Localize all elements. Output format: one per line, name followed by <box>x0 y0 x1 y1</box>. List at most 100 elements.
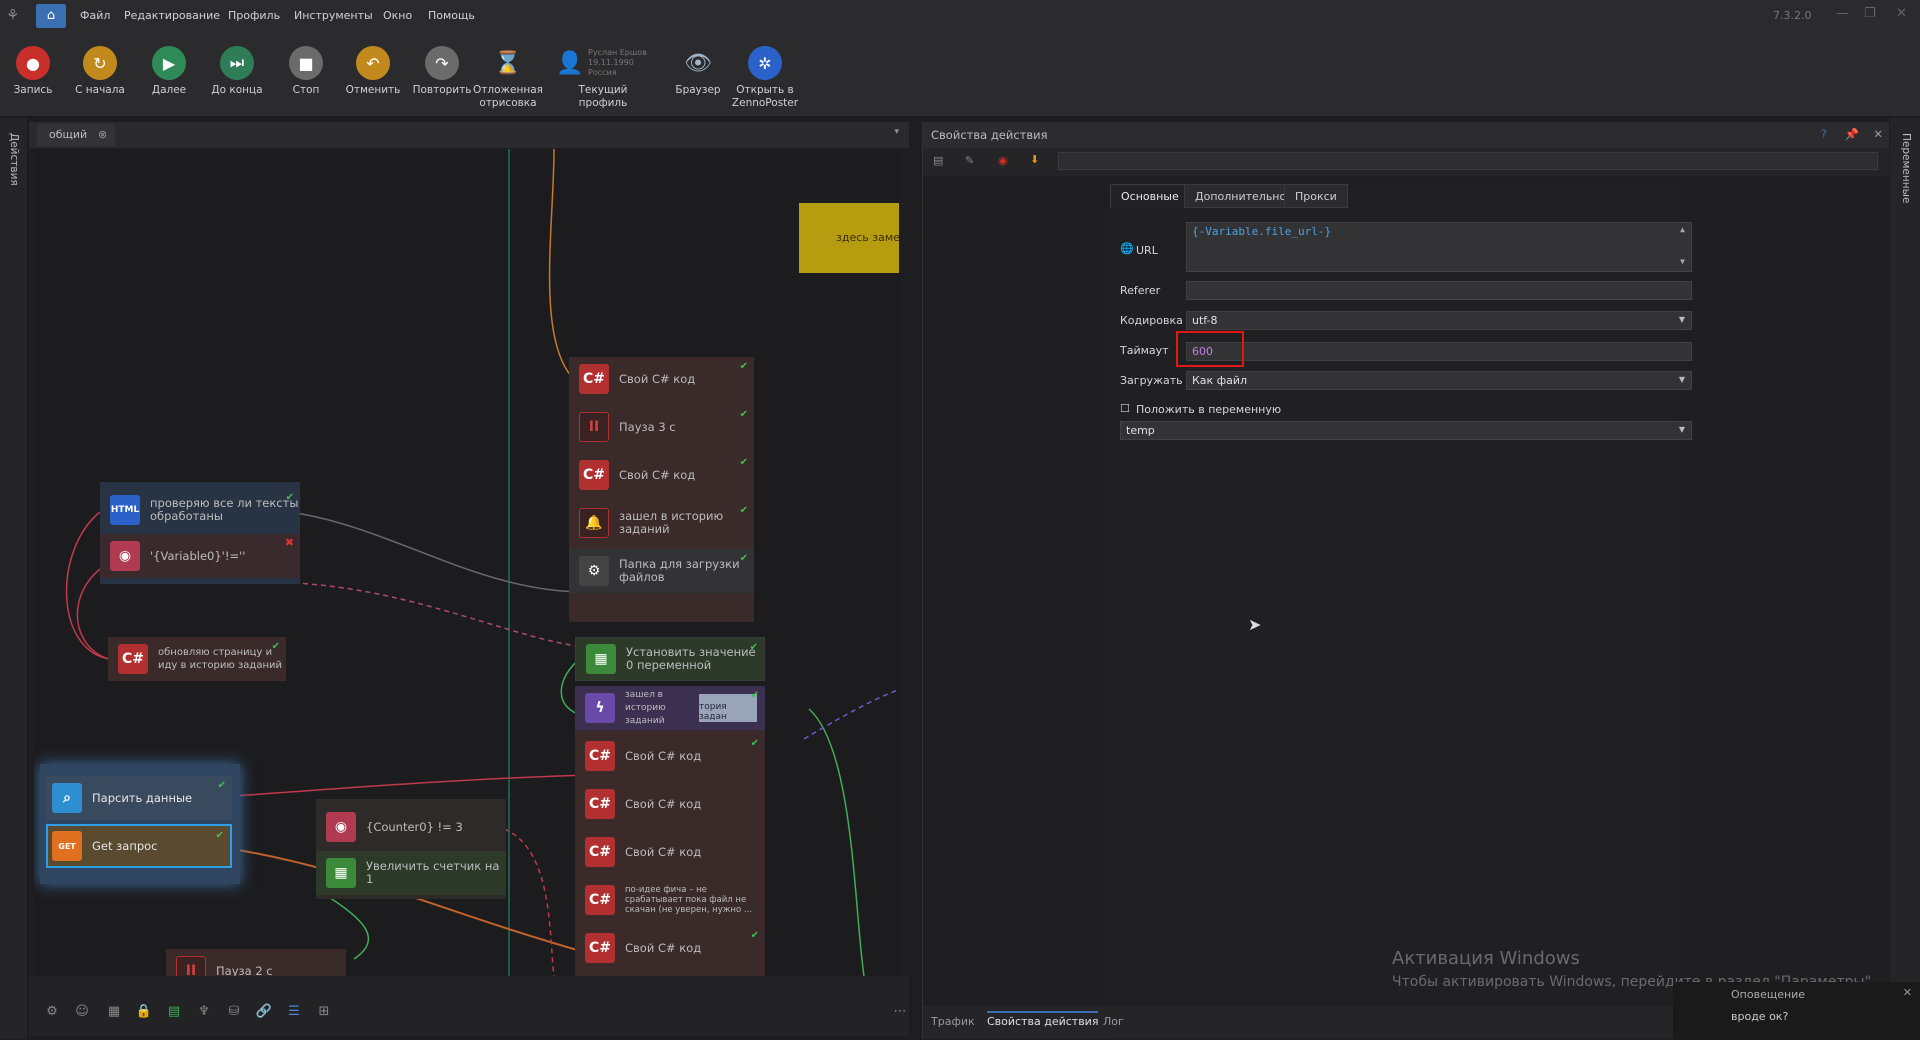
tab-main[interactable]: Основные <box>1110 184 1190 208</box>
tab-traffic[interactable]: Трафик <box>931 1015 975 1028</box>
current-profile-button[interactable]: 👤 Руслан Ершов 19.11.1990 Россия Текущий… <box>553 46 653 110</box>
tab-proxy[interactable]: Прокси <box>1284 184 1348 208</box>
get-request-node[interactable]: GET Get запрос ✔ <box>46 824 232 868</box>
tab-dropdown-icon[interactable]: ▾ <box>894 127 899 137</box>
variables-sidebar-tab[interactable]: Переменные <box>1900 133 1912 203</box>
csharp-icon: C# <box>118 644 148 674</box>
add-icon[interactable]: ⊞ <box>315 1004 333 1022</box>
scroll-up-icon[interactable]: ▲ <box>1680 225 1685 234</box>
more-icon[interactable]: ⋯ <box>891 1004 909 1022</box>
download-arrow-icon[interactable]: ⬇ <box>1030 153 1039 166</box>
action-node[interactable]: C# Свой C# код <box>575 830 765 874</box>
checkbox-icon[interactable]: ☐ <box>1120 402 1130 415</box>
action-group-left[interactable]: HTML проверяю все ли тексты обработаны ✔… <box>100 482 300 584</box>
menu-profile[interactable]: Профиль <box>228 9 280 22</box>
home-button[interactable]: ⌂ <box>36 4 66 28</box>
next-button[interactable]: ▶ Далее <box>134 46 204 97</box>
action-node[interactable]: C# Свой C# код ✔ <box>569 357 754 401</box>
action-node[interactable]: C# Свой C# код ✔ <box>575 926 765 970</box>
menu-tools[interactable]: Инструменты <box>294 9 373 22</box>
load-value: Как файл <box>1192 374 1248 387</box>
menu-help[interactable]: Помощь <box>428 9 475 22</box>
current-profile-label: Текущий профиль <box>578 84 628 109</box>
profile-country: Россия <box>588 68 617 77</box>
minimize-icon[interactable]: — <box>1836 6 1849 21</box>
action-node[interactable]: II Пауза 3 с ✔ <box>569 405 754 449</box>
action-node[interactable]: ϟ зашел в историю заданий тория задан ✔ <box>575 686 765 730</box>
menu-window[interactable]: Окно <box>383 9 412 22</box>
increment-node[interactable]: ▦ Увеличить счетчик на 1 <box>316 851 506 895</box>
action-node[interactable]: C# Свой C# код ✔ <box>569 453 754 497</box>
encoding-select[interactable]: utf-8 ▼ <box>1186 311 1692 330</box>
action-node-label: '{Variable0}'!='' <box>150 548 246 563</box>
selected-group[interactable]: ⌕ Парсить данные ✔ GET Get запрос ✔ <box>40 764 240 884</box>
page-icon[interactable]: ▤ <box>933 154 943 167</box>
action-node[interactable]: ⚙ Папка для загрузки файлов ✔ <box>569 549 754 593</box>
action-node[interactable]: C# Свой C# код ✔ <box>575 734 765 778</box>
database-icon[interactable]: ⛁ <box>225 1004 243 1022</box>
maximize-icon[interactable]: ❐ <box>1864 6 1876 21</box>
settings-icon[interactable]: ⚙ <box>43 1004 61 1022</box>
redo-button[interactable]: ↷ Повторить <box>407 46 477 97</box>
link-icon[interactable]: 🔗 <box>255 1004 273 1022</box>
referer-field[interactable] <box>1186 281 1692 300</box>
html-node[interactable]: HTML проверяю все ли тексты обработаны ✔ <box>100 488 300 532</box>
record-small-icon[interactable]: ◉ <box>998 154 1008 167</box>
document-tab[interactable]: общий ⊗ <box>37 124 116 146</box>
check-icon: ✔ <box>739 553 748 564</box>
tree-icon[interactable]: ♆ <box>195 1004 213 1022</box>
counter-group[interactable]: ◉ {Counter0} != 3 ▦ Увеличить счетчик на… <box>316 799 506 899</box>
to-end-button[interactable]: ⏭ До конца <box>202 46 272 97</box>
lock-icon[interactable]: 🔒 <box>135 1004 153 1022</box>
counter-node[interactable]: ◉ {Counter0} != 3 <box>316 805 506 849</box>
record-button[interactable]: ● Запись <box>0 46 68 97</box>
pin-icon[interactable]: 📌 <box>1845 127 1859 141</box>
toast-close-icon[interactable]: ✕ <box>1903 986 1912 999</box>
menu-edit[interactable]: Редактирование <box>124 9 220 22</box>
table-icon[interactable]: ▤ <box>165 1004 183 1022</box>
close-tab-icon[interactable]: ⊗ <box>98 124 107 146</box>
path-bar[interactable] <box>1058 152 1878 170</box>
user-icon[interactable]: ☺ <box>73 1004 91 1022</box>
url-field[interactable]: {-Variable.file_url-} ▲ ▼ <box>1186 222 1692 272</box>
parse-data-node[interactable]: ⌕ Парсить данные ✔ <box>46 776 232 820</box>
deferred-render-button[interactable]: ⌛ Отложенная отрисовка <box>473 46 543 110</box>
browser-button[interactable]: 👁 Браузер <box>663 46 733 97</box>
pause-node[interactable]: II Пауза 2 с <box>166 949 346 976</box>
chevron-down-icon: ▼ <box>1678 315 1685 324</box>
stop-button[interactable]: ■ Стоп <box>271 46 341 97</box>
help-icon[interactable]: ? <box>1821 127 1827 141</box>
project-canvas[interactable]: здесь замен C# Свой C# код ✔ II Пауза 3 … <box>34 149 899 976</box>
sticky-note[interactable]: здесь замен <box>799 203 899 273</box>
action-node[interactable]: C# Свой C# код <box>575 782 765 826</box>
url-value: {-Variable.file_url-} <box>1192 225 1332 238</box>
edit-page-icon[interactable]: ✎ <box>965 154 974 167</box>
scroll-down-icon[interactable]: ▼ <box>1680 257 1685 266</box>
set-value-node[interactable]: ▦ Установить значение 0 переменной ✔ <box>575 637 765 681</box>
restart-button[interactable]: ↻ С начала <box>65 46 135 97</box>
csharp-icon: C# <box>585 885 615 915</box>
close-icon[interactable]: ✕ <box>1896 6 1907 21</box>
action-group-top[interactable]: C# Свой C# код ✔ II Пауза 3 с ✔ C# Свой … <box>569 357 754 622</box>
grid-icon[interactable]: ▦ <box>105 1004 123 1022</box>
action-node[interactable]: C# по-идее фича – не срабатывает пока фа… <box>575 878 765 922</box>
open-zennoposter-button[interactable]: ✲ Открыть в ZennoPoster <box>730 46 800 110</box>
timeout-field[interactable]: 600 <box>1186 342 1692 361</box>
menu-file[interactable]: Файл <box>80 9 110 22</box>
load-select[interactable]: Как файл ▼ <box>1186 371 1692 390</box>
tab-action-properties[interactable]: Свойства действия <box>987 1011 1099 1028</box>
check-icon: ✔ <box>285 492 294 503</box>
refresh-node[interactable]: C# обновляю страницу и иду в историю зад… <box>108 637 286 681</box>
record-icon: ● <box>16 46 50 80</box>
close-panel-icon[interactable]: ✕ <box>1873 127 1883 141</box>
actions-sidebar-tab[interactable]: Действия <box>8 133 20 186</box>
action-group-bottom[interactable]: ϟ зашел в историю заданий тория задан ✔ … <box>575 686 765 976</box>
notification-toast[interactable]: Оповещение вроде ок? ✕ <box>1673 982 1920 1039</box>
variable-select[interactable]: temp ▼ <box>1120 421 1692 440</box>
tab-log[interactable]: Лог <box>1103 1015 1124 1028</box>
tab-advanced[interactable]: Дополнительно <box>1184 184 1298 208</box>
list-icon[interactable]: ☰ <box>285 1004 303 1022</box>
condition-node[interactable]: ◉ '{Variable0}'!='' ✖ <box>100 534 300 578</box>
action-node[interactable]: 🔔 зашел в историю заданий ✔ <box>569 501 754 545</box>
undo-button[interactable]: ↶ Отменить <box>338 46 408 97</box>
